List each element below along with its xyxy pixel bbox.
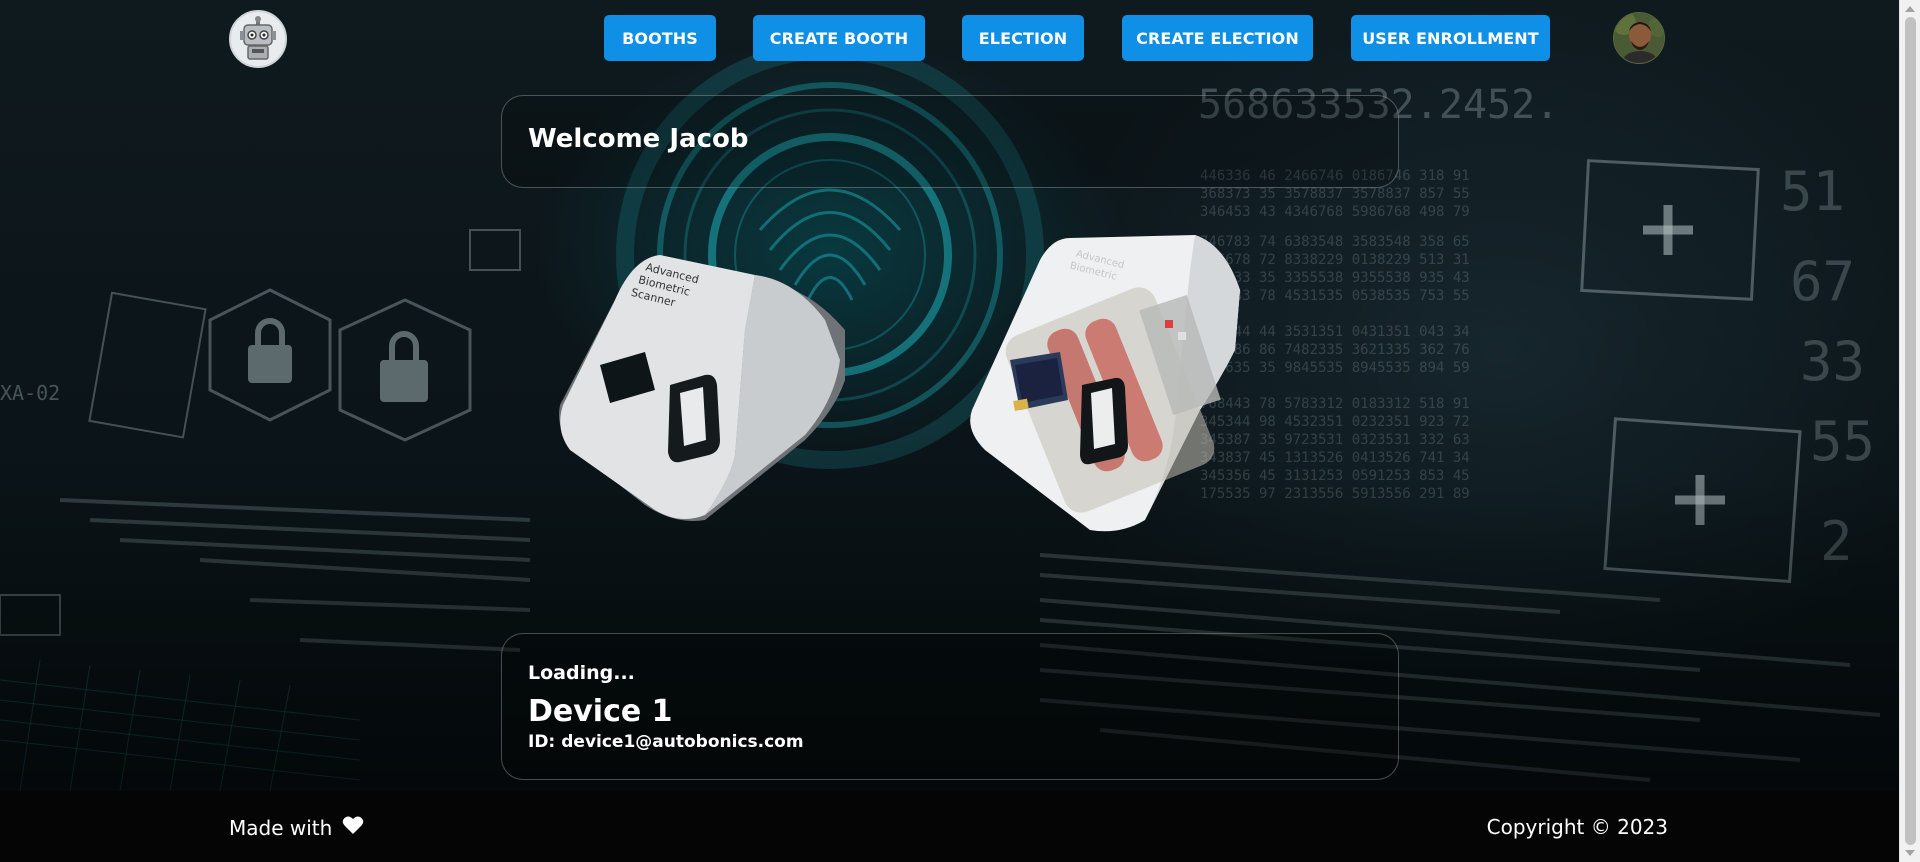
scrollbar-thumb[interactable] — [1905, 17, 1916, 845]
nav-election-button[interactable]: ELECTION — [962, 15, 1084, 61]
device-id-value: device1@autobonics.com — [561, 732, 804, 752]
welcome-heading: Welcome Jacob — [528, 124, 749, 154]
heart-icon — [342, 815, 364, 840]
footer: Made with Copyright © 2023 — [0, 791, 1899, 862]
welcome-panel: Welcome Jacob — [501, 95, 1399, 188]
made-with: Made with — [229, 815, 364, 840]
user-avatar-image — [1614, 13, 1664, 63]
biometric-scanner-image: Advanced Biometric Scanner — [559, 255, 845, 521]
user-avatar[interactable] — [1613, 12, 1665, 64]
page-scrollbar[interactable] — [1899, 0, 1920, 862]
nav-booths-button[interactable]: BOOTHS — [604, 15, 716, 61]
device-info-panel: Loading... Device 1 ID: device1@autobonic… — [501, 633, 1399, 780]
scroll-up-arrow-icon[interactable] — [1905, 6, 1915, 12]
device-status-text: Loading... — [528, 662, 635, 684]
device-id-label: ID: — [528, 732, 556, 752]
nav-create-election-button[interactable]: CREATE ELECTION — [1122, 15, 1313, 61]
device-id: ID: device1@autobonics.com — [528, 732, 804, 752]
nav-create-booth-button[interactable]: CREATE BOOTH — [753, 15, 925, 61]
nav-user-enrollment-button[interactable]: USER ENROLLMENT — [1351, 15, 1550, 61]
copyright-text: Copyright © 2023 — [1486, 815, 1668, 839]
scanner-internals-image: Advanced Biometric — [970, 235, 1240, 532]
made-with-text: Made with — [229, 815, 333, 840]
scroll-down-arrow-icon[interactable] — [1905, 850, 1915, 856]
device-name: Device 1 — [528, 694, 673, 729]
